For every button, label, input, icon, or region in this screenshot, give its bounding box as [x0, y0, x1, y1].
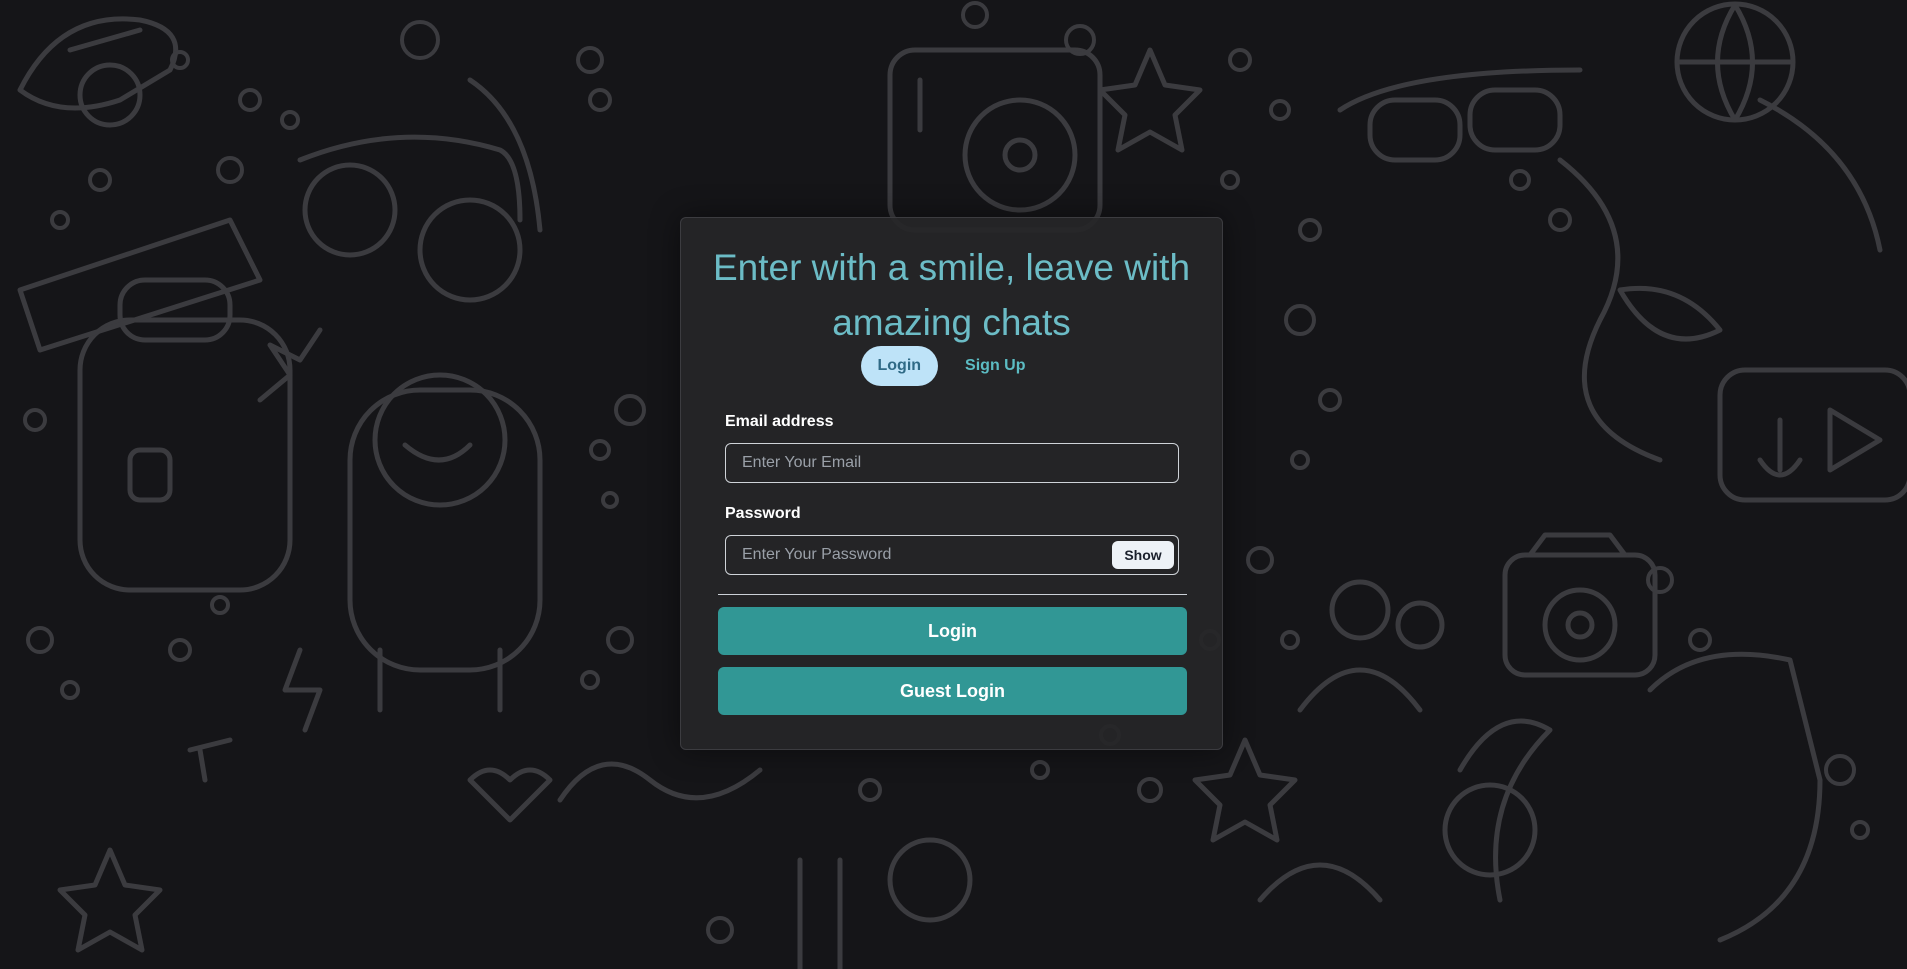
login-card: Enter with a smile, leave with amazing c… [680, 217, 1223, 750]
password-field-wrapper: Show [725, 535, 1179, 575]
page-title: Enter with a smile, leave with amazing c… [712, 247, 1191, 343]
tab-login[interactable]: Login [860, 346, 939, 386]
divider [718, 594, 1187, 595]
email-label: Email address [725, 413, 834, 430]
email-input[interactable] [726, 444, 1178, 482]
show-password-button[interactable]: Show [1112, 541, 1174, 569]
password-label: Password [725, 505, 801, 522]
login-button[interactable]: Login [718, 607, 1187, 655]
tab-sign-up[interactable]: Sign Up [948, 346, 1042, 386]
email-field-wrapper [725, 443, 1179, 483]
password-input[interactable] [726, 536, 1112, 574]
guest-login-button[interactable]: Guest Login [718, 667, 1187, 715]
auth-tabs: Login Sign Up [681, 346, 1222, 386]
